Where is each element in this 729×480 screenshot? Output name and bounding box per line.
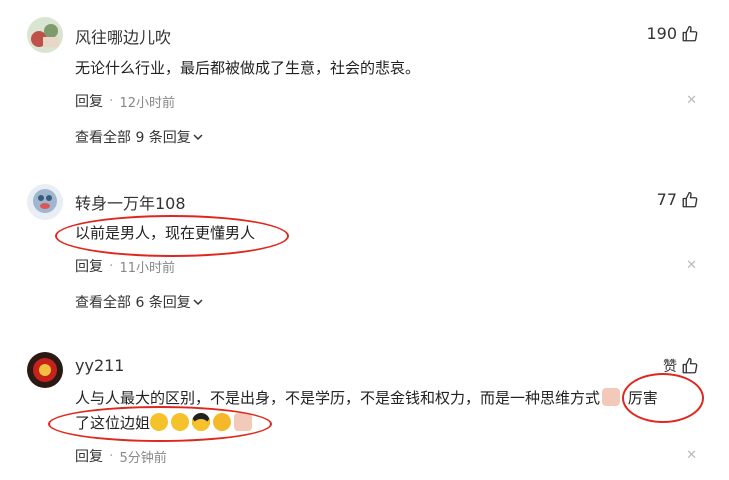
astonished-emoji-icon: [171, 413, 190, 431]
like-button[interactable]: 77: [657, 190, 699, 209]
comment-text: 人与人最大的区别，不是出身，不是学历，不是金钱和权力，而是一种思维方式: [75, 389, 601, 407]
like-button[interactable]: 190: [646, 24, 699, 43]
view-all-replies-button[interactable]: 查看全部 6 条回复: [75, 292, 203, 312]
like-button[interactable]: 赞: [663, 356, 699, 376]
astonished-emoji-icon: [150, 413, 169, 431]
reply-button[interactable]: 回复: [75, 91, 103, 111]
separator-dot: ·: [109, 448, 114, 464]
comment-text: 了这位边姐: [75, 414, 151, 432]
reply-button[interactable]: 回复: [75, 256, 103, 276]
comment-text-tail: 厉害: [623, 389, 658, 407]
username[interactable]: 转身一万年108: [75, 190, 186, 214]
thumbs-up-icon: [682, 25, 698, 41]
thinking-emoji-icon: [213, 413, 232, 431]
view-all-label: 查看全部 9 条回复: [75, 130, 191, 146]
thumbs-up-emoji-icon: [234, 413, 253, 431]
comment-meta: 回复 · 5分钟前: [75, 446, 167, 466]
like-count: 190: [646, 24, 677, 43]
thumbs-up-icon: [682, 191, 698, 207]
like-count: 77: [656, 190, 677, 209]
view-all-label: 查看全部 6 条回复: [75, 295, 191, 311]
close-icon[interactable]: ✕: [686, 448, 697, 463]
sunglasses-emoji-icon: [192, 413, 211, 431]
comment-text-line-1: 人与人最大的区别，不是出身，不是学历，不是金钱和权力，而是一种思维方式 厉害: [75, 385, 658, 411]
close-icon[interactable]: ✕: [686, 93, 697, 108]
username[interactable]: 风往哪边儿吹: [75, 24, 171, 48]
separator-dot: ·: [109, 93, 114, 109]
comment-text-line-2: 了这位边姐: [75, 410, 255, 436]
thumbs-up-icon: [682, 357, 698, 374]
comment-text: 以前是男人，现在更懂男人: [75, 224, 256, 242]
view-all-replies-button[interactable]: 查看全部 9 条回复: [75, 127, 203, 147]
timestamp: 5分钟前: [119, 450, 167, 466]
reply-button[interactable]: 回复: [75, 446, 103, 466]
thumbs-up-emoji-icon: [602, 388, 621, 406]
comment-meta: 回复 · 11小时前: [75, 256, 175, 276]
username[interactable]: yy211: [75, 356, 124, 375]
comment-text: 无论什么行业，最后都被做成了生意，社会的悲哀。: [75, 59, 421, 77]
like-label: 赞: [663, 359, 677, 375]
avatar[interactable]: [27, 352, 63, 388]
chevron-down-icon: [193, 299, 203, 306]
close-icon[interactable]: ✕: [686, 258, 697, 273]
timestamp: 11小时前: [119, 260, 175, 276]
comment-meta: 回复 · 12小时前: [75, 91, 175, 111]
avatar[interactable]: [27, 17, 63, 53]
avatar[interactable]: [27, 184, 63, 220]
separator-dot: ·: [109, 258, 114, 274]
timestamp: 12小时前: [119, 95, 175, 111]
chevron-down-icon: [193, 134, 203, 141]
